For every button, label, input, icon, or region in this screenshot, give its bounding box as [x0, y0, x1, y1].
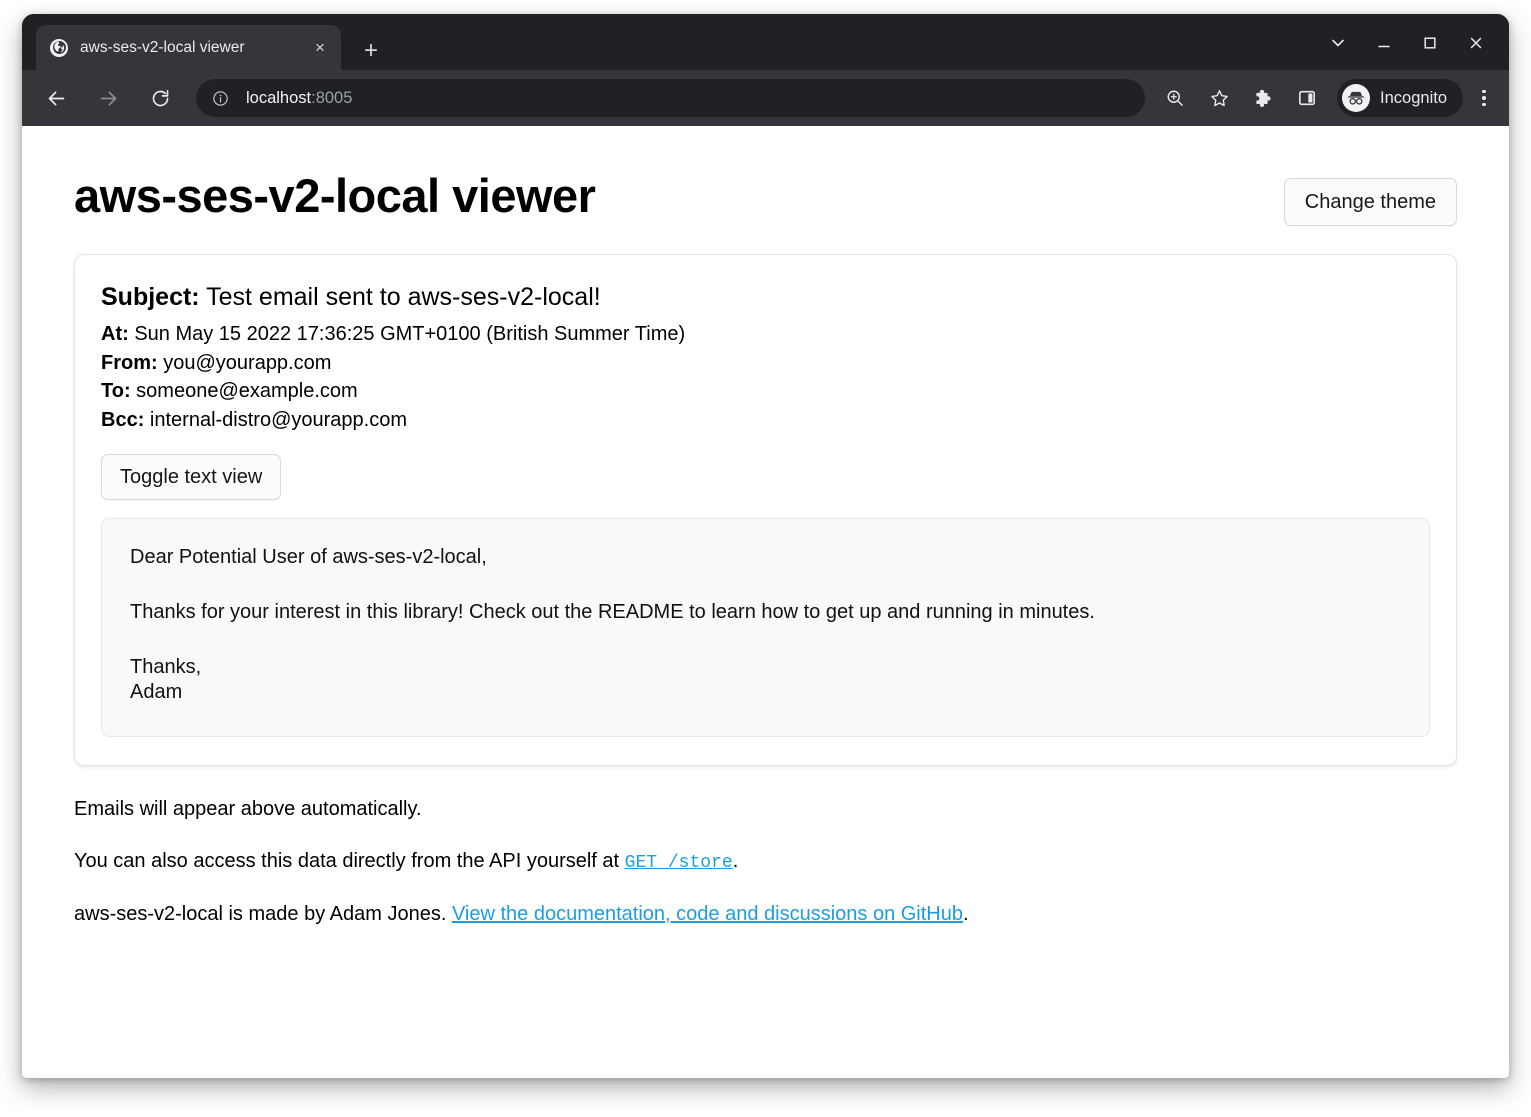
maximize-icon[interactable]: [1407, 26, 1453, 60]
github-link[interactable]: View the documentation, code and discuss…: [452, 903, 963, 925]
note-credit: aws-ses-v2-local is made by Adam Jones. …: [74, 901, 1457, 927]
address-bar[interactable]: localhost:8005: [196, 79, 1146, 117]
side-panel-icon[interactable]: [1288, 79, 1326, 117]
address-bar-url: localhost:8005: [246, 89, 352, 108]
back-arrow-icon[interactable]: [36, 78, 76, 118]
menu-dot: [1482, 96, 1486, 100]
reload-icon[interactable]: [140, 78, 180, 118]
note-api-prefix: You can also access this data directly f…: [74, 849, 625, 872]
email-body-signature: Adam: [130, 681, 183, 704]
page-title: aws-ses-v2-local viewer: [74, 169, 596, 222]
email-to-label: To:: [101, 380, 131, 403]
email-body-paragraph: Dear Potential User of aws-ses-v2-local,: [130, 546, 487, 569]
screenshot-root: aws-ses-v2-local viewer × + localhost:80…: [0, 0, 1531, 1117]
forward-arrow-icon[interactable]: [88, 78, 128, 118]
minimize-icon[interactable]: [1361, 26, 1407, 60]
email-bcc-value: internal-distro@yourapp.com: [149, 408, 408, 431]
email-body-signoff: Thanks,: [130, 655, 202, 678]
three-dot-menu-icon[interactable]: [1467, 79, 1501, 117]
email-at-row: At: Sun May 15 2022 17:36:25 GMT+0100 (B…: [101, 320, 1430, 349]
incognito-avatar-icon: [1342, 84, 1371, 112]
get-store-link[interactable]: GET /store: [625, 853, 733, 873]
chevron-down-icon[interactable]: [1315, 26, 1361, 60]
browser-toolbar: localhost:8005 Incognito: [22, 70, 1509, 126]
page-content: aws-ses-v2-local viewer Change theme Sub…: [22, 126, 1509, 927]
email-from-row: From: you@yourapp.com: [101, 349, 1430, 378]
note-auto-appear: Emails will appear above automatically.: [74, 797, 422, 820]
star-icon[interactable]: [1200, 79, 1238, 117]
tab-title: aws-ses-v2-local viewer: [80, 38, 245, 56]
email-body: Dear Potential User of aws-ses-v2-local,…: [101, 518, 1430, 737]
email-bcc-row: Bcc: internal-distro@yourapp.com: [101, 406, 1430, 435]
page-viewport: aws-ses-v2-local viewer Change theme Sub…: [22, 126, 1509, 1078]
browser-window: aws-ses-v2-local viewer × + localhost:80…: [22, 14, 1509, 1078]
email-subject-value: Test email sent to aws-ses-v2-local!: [206, 283, 601, 311]
email-card: Subject: Test email sent to aws-ses-v2-l…: [74, 254, 1457, 766]
close-icon[interactable]: [1453, 26, 1499, 60]
tab-close-icon[interactable]: ×: [309, 37, 331, 59]
note-credit-prefix: aws-ses-v2-local is made by Adam Jones.: [74, 903, 452, 926]
email-at-label: At:: [101, 323, 129, 345]
email-from-label: From:: [101, 351, 158, 374]
email-subject-label: Subject:: [101, 283, 200, 311]
window-controls: [1315, 26, 1499, 60]
note-api-access: You can also access this data directly f…: [74, 848, 1457, 875]
puzzle-piece-icon[interactable]: [1244, 79, 1282, 117]
profile-label: Incognito: [1380, 88, 1447, 107]
url-port: :8005: [311, 88, 353, 107]
email-meta: At: Sun May 15 2022 17:36:25 GMT+0100 (B…: [101, 320, 1430, 434]
tab-strip: aws-ses-v2-local viewer × +: [22, 14, 1509, 70]
note-api-suffix: .: [732, 849, 739, 872]
email-subject-line: Subject: Test email sent to aws-ses-v2-l…: [101, 281, 1430, 313]
zoom-in-icon[interactable]: [1156, 79, 1194, 117]
menu-dot: [1482, 102, 1486, 107]
menu-dot: [1482, 89, 1486, 94]
new-tab-button[interactable]: +: [358, 38, 384, 64]
page-header: aws-ses-v2-local viewer Change theme: [74, 169, 1457, 226]
globe-icon: [50, 38, 68, 57]
change-theme-button[interactable]: Change theme: [1283, 178, 1457, 226]
url-host: localhost: [246, 88, 312, 107]
email-to-value: someone@example.com: [136, 380, 358, 403]
note-credit-suffix: .: [963, 903, 969, 926]
email-from-value: you@yourapp.com: [163, 351, 332, 374]
toggle-text-view-button[interactable]: Toggle text view: [101, 454, 282, 501]
email-body-paragraph: Thanks for your interest in this library…: [130, 600, 1095, 623]
email-to-row: To: someone@example.com: [101, 377, 1430, 406]
email-body-paragraph: Thanks, Adam: [130, 655, 1401, 706]
info-icon[interactable]: [210, 88, 230, 108]
browser-tab[interactable]: aws-ses-v2-local viewer ×: [36, 25, 341, 70]
email-at-value: Sun May 15 2022 17:36:25 GMT+0100 (Briti…: [134, 323, 686, 345]
profile-chip[interactable]: Incognito: [1337, 79, 1463, 117]
email-bcc-label: Bcc:: [101, 408, 145, 431]
